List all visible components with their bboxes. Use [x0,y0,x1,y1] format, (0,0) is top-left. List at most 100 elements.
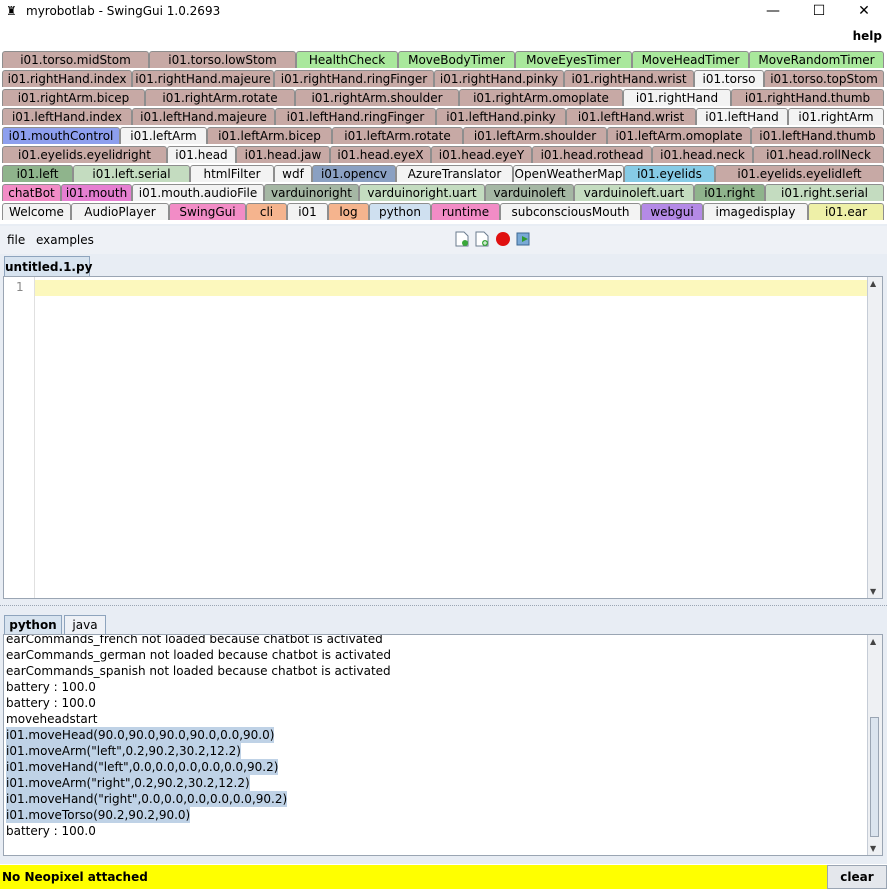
service-tab[interactable]: i01.opencv [312,165,396,182]
service-tab[interactable]: i01.torso.topStom [764,70,884,87]
service-tab[interactable]: i01.rightArm.shoulder [295,89,459,106]
service-tab[interactable]: i01.head [167,146,236,163]
service-tab[interactable]: i01.head.jaw [236,146,330,163]
service-tab[interactable]: i01.head.eyeX [330,146,431,163]
scroll-up-icon[interactable]: ▲ [870,637,876,646]
close-button[interactable]: ✕ [841,0,887,22]
service-tab[interactable]: i01.rightHand.majeure [132,70,274,87]
tab-python-console[interactable]: python [4,615,62,634]
editor-scrollbar[interactable]: ▲ ▼ [867,277,882,598]
service-tab[interactable]: i01.leftHand.majeure [132,108,275,125]
service-tab[interactable]: i01.rightArm [788,108,884,125]
service-tab[interactable]: i01.head.eyeY [431,146,532,163]
service-tab[interactable]: i01.mouth.audioFile [132,184,264,201]
open-file-icon[interactable] [475,231,489,247]
file-menu[interactable]: file [7,233,25,247]
service-tab[interactable]: MoveHeadTimer [632,51,749,68]
service-tab[interactable]: i01.leftHand.wrist [566,108,696,125]
console-scrollbar[interactable]: ▲ ▼ [867,635,882,855]
console-scroll-thumb[interactable] [870,717,879,837]
service-tab[interactable]: i01.leftHand.thumb [751,127,884,144]
service-tab[interactable]: htmlFilter [190,165,274,182]
service-tab[interactable]: MoveRandomTimer [749,51,884,68]
minimize-button[interactable]: — [750,0,796,22]
service-tab[interactable]: i01.leftHand.ringFinger [275,108,436,125]
split-divider[interactable] [0,603,887,611]
service-tab[interactable]: i01.mouthControl [2,127,120,144]
console-line: i01.moveArm("right",0.2,90.2,30.2,12.2) [6,775,250,791]
service-tab[interactable]: varduinoleft.uart [574,184,694,201]
service-tab[interactable]: subconsciousMouth [500,203,641,220]
examples-menu[interactable]: examples [36,233,94,247]
service-tab[interactable]: log [328,203,369,220]
service-tab[interactable]: varduinoright [264,184,359,201]
run-icon[interactable] [516,231,530,247]
service-tab[interactable]: i01.mouth [61,184,132,201]
service-tab[interactable]: i01.leftHand.pinky [436,108,566,125]
service-tab[interactable]: i01.rightHand [623,89,731,106]
service-tab[interactable]: wdf [274,165,312,182]
service-tab[interactable]: i01.rightArm.rotate [145,89,295,106]
service-tab[interactable]: i01.rightHand.index [2,70,132,87]
service-tab[interactable]: i01.leftHand.index [2,108,132,125]
service-tab[interactable]: i01.rightArm.omoplate [459,89,623,106]
file-tab-untitled[interactable]: untitled.1.py [4,256,92,276]
service-tab[interactable]: i01.eyelids [624,165,715,182]
clear-button[interactable]: clear [827,865,887,889]
service-tab[interactable]: MoveEyesTimer [515,51,632,68]
maximize-button[interactable]: ☐ [796,0,842,22]
service-tab[interactable]: i01.rightArm.bicep [2,89,145,106]
service-tab[interactable]: AudioPlayer [71,203,169,220]
tab-java-console[interactable]: java [64,615,106,634]
window-title: myrobotlab - SwingGui 1.0.2693 [26,4,221,18]
service-tab[interactable]: AzureTranslator [396,165,513,182]
service-tab[interactable]: i01.left [2,165,73,182]
service-tab[interactable]: i01.leftArm.bicep [207,127,332,144]
service-tab[interactable]: MoveBodyTimer [398,51,515,68]
service-tab[interactable]: varduinoright.uart [359,184,485,201]
service-tab[interactable]: i01.rightHand.pinky [434,70,564,87]
service-tab[interactable]: i01.eyelids.eyelidright [2,146,167,163]
service-tab[interactable]: runtime [431,203,500,220]
service-tab[interactable]: OpenWeatherMap [513,165,624,182]
scroll-down-icon[interactable]: ▼ [870,844,876,853]
scroll-down-icon[interactable]: ▼ [870,587,876,596]
service-tab[interactable]: i01.head.neck [652,146,753,163]
service-tab[interactable]: i01.right [694,184,765,201]
service-tab[interactable]: i01.rightHand.wrist [564,70,694,87]
service-tab[interactable]: Welcome [2,203,71,220]
new-file-icon[interactable] [455,231,469,247]
service-tab[interactable]: i01.leftHand [696,108,788,125]
service-tab[interactable]: i01.ear [808,203,884,220]
tab-row: i01.left i01.left.serial htmlFilter wdf i01.… [2,164,885,183]
console-line: i01.moveHand("left",0.0,0.0,0.0,0.0,0.0,… [6,759,279,775]
console-output[interactable]: ▲ ▼ earCommands_french not loaded becaus… [3,634,883,856]
scroll-up-icon[interactable]: ▲ [870,279,876,288]
service-tab[interactable]: varduinoleft [485,184,574,201]
service-tab[interactable]: i01.rightHand.ringFinger [274,70,434,87]
service-tab[interactable]: SwingGui [169,203,246,220]
service-tab[interactable]: i01.leftArm.rotate [332,127,463,144]
service-tab[interactable]: i01.torso [694,70,764,87]
service-tab[interactable]: i01.torso.midStom [2,51,149,68]
service-tab[interactable]: i01.torso.lowStom [149,51,296,68]
service-tab[interactable]: i01.head.rollNeck [753,146,884,163]
help-menu[interactable]: help [853,29,882,43]
service-tab[interactable]: cli [246,203,287,220]
service-tab[interactable]: i01.leftArm.omoplate [607,127,751,144]
service-tab[interactable]: i01.rightHand.thumb [731,89,884,106]
code-editor[interactable]: 1 ▲ ▼ [3,276,883,599]
service-tab[interactable]: HealthCheck [296,51,398,68]
service-tab[interactable]: i01.head.rothead [532,146,652,163]
service-tab[interactable]: i01.leftArm [120,127,207,144]
service-tab[interactable]: i01.leftArm.shoulder [463,127,607,144]
service-tab[interactable]: python [369,203,431,220]
service-tab[interactable]: chatBot [2,184,61,201]
service-tab[interactable]: webgui [641,203,703,220]
stop-icon[interactable] [495,231,510,247]
service-tab[interactable]: i01.right.serial [765,184,884,201]
service-tab[interactable]: i01.eyelids.eyelidleft [715,165,884,182]
service-tab[interactable]: i01.left.serial [73,165,190,182]
service-tab[interactable]: i01 [287,203,328,220]
service-tab[interactable]: imagedisplay [703,203,808,220]
